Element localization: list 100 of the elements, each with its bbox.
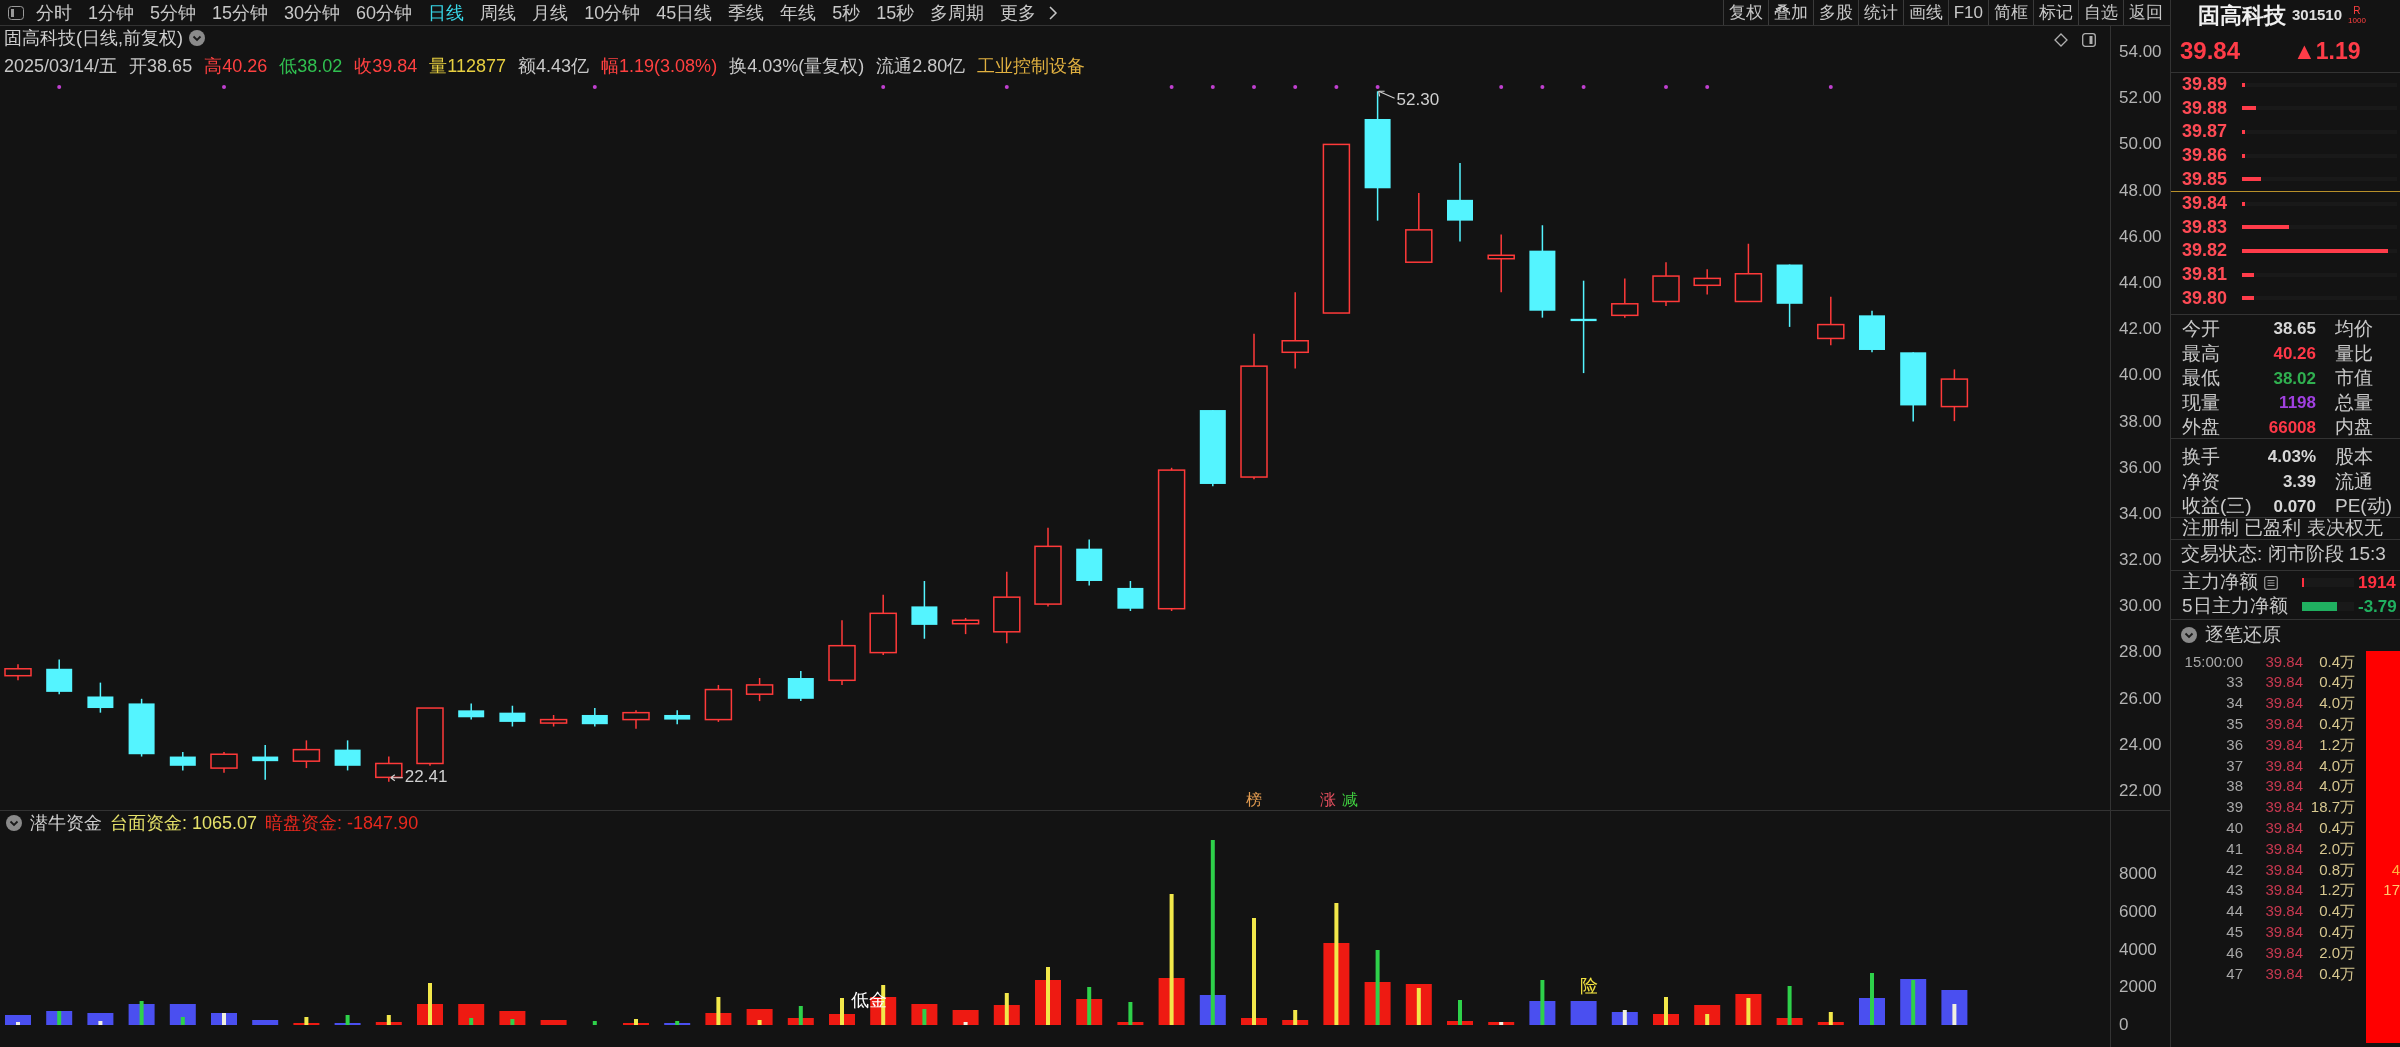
stat-value: 0.070 xyxy=(2272,495,2316,518)
dot-marker-icon xyxy=(1581,85,1586,89)
period-tab[interactable]: 15分钟 xyxy=(204,0,277,25)
period-tab[interactable]: 季线 xyxy=(720,0,773,25)
stock-name: 固高科技 xyxy=(2198,1,2286,30)
axis-label: 4000 xyxy=(2119,940,2158,959)
toolbar-button[interactable]: 统计 xyxy=(1857,0,1903,25)
candlestick xyxy=(1900,351,1927,423)
candlestick xyxy=(416,707,444,767)
tick-price: 39.84 xyxy=(2264,755,2303,776)
toolbar-button[interactable]: F10 xyxy=(1947,0,1988,25)
candlestick xyxy=(375,755,403,783)
chevron-right-icon[interactable] xyxy=(1048,4,1059,21)
period-tab[interactable]: 多周期 xyxy=(922,0,993,25)
axis-label: 34.00 xyxy=(2119,504,2163,523)
period-tab[interactable]: 45日线 xyxy=(648,0,721,25)
tick-time: 33 xyxy=(2225,672,2243,693)
axis-label: 24.00 xyxy=(2119,735,2163,754)
period-tab[interactable]: 60分钟 xyxy=(348,0,421,25)
period-tab[interactable]: 30分钟 xyxy=(276,0,349,25)
candlestick xyxy=(292,739,321,769)
tick-volume: 0.8万 xyxy=(2318,859,2355,880)
stat-label: 量比 xyxy=(2334,341,2374,366)
axis-label: 40.00 xyxy=(2119,366,2163,385)
quote-info-text: 换4.03%(量复权) xyxy=(729,54,865,78)
toolbar-button[interactable]: 标记 xyxy=(2033,0,2078,25)
tick-time: 43 xyxy=(2225,880,2243,901)
quote-info-text: 收39.84 xyxy=(354,54,418,78)
axis-label: 52.00 xyxy=(2119,89,2163,108)
tick-price: 39.84 xyxy=(2264,838,2303,859)
period-tab[interactable]: 5秒 xyxy=(824,0,869,25)
tick-time: 38 xyxy=(2225,776,2243,797)
dot-marker-icon xyxy=(1540,85,1545,89)
chevron-down-icon[interactable] xyxy=(189,30,205,46)
quote-info-text: 工业控制设备 xyxy=(977,54,1086,78)
toolbar-button[interactable]: 自选 xyxy=(2078,0,2123,25)
bid-price: 39.84 xyxy=(2182,192,2229,216)
dot-marker-icon xyxy=(592,85,597,89)
period-tab[interactable]: 10分钟 xyxy=(576,0,649,25)
trading-status: 交易状态: 闭市阶段 15:3 xyxy=(2181,542,2386,567)
candlestick xyxy=(1817,296,1845,347)
candlestick xyxy=(1693,268,1721,296)
panel-layout-icon[interactable] xyxy=(2082,33,2096,47)
candlestick xyxy=(46,658,73,695)
candlestick xyxy=(210,751,238,774)
tick-price: 39.84 xyxy=(2264,797,2303,818)
dot-marker-icon xyxy=(1169,85,1174,89)
list-icon[interactable] xyxy=(2264,575,2278,590)
stat-label: 市值 xyxy=(2334,366,2374,391)
chevron-down-icon[interactable] xyxy=(6,815,22,831)
toolbar-button[interactable]: 简框 xyxy=(1988,0,2033,25)
candlestick xyxy=(1405,192,1433,263)
ask-price: 39.89 xyxy=(2182,73,2229,97)
quote-info-text: 量112877 xyxy=(429,54,506,78)
tick-price: 39.84 xyxy=(2264,651,2303,672)
toolbar-button[interactable]: 复权 xyxy=(1722,0,1768,25)
axis-label: 38.00 xyxy=(2119,412,2163,431)
panel-toggle-icon[interactable] xyxy=(8,5,24,20)
period-tab[interactable]: 更多 xyxy=(992,0,1045,25)
period-tab[interactable]: 1分钟 xyxy=(80,0,142,25)
axis-label: 54.00 xyxy=(2119,43,2163,61)
tick-time: 35 xyxy=(2225,714,2243,735)
stat-label: 换手 xyxy=(2182,444,2221,469)
badge-text: 1000 xyxy=(2348,15,2366,25)
chevron-down-icon[interactable] xyxy=(2181,627,2197,644)
axis-label: 32.00 xyxy=(2119,551,2163,570)
period-tab[interactable]: 周线 xyxy=(472,0,525,25)
dot-marker-icon xyxy=(1705,85,1710,89)
stat-label: 股本 xyxy=(2334,444,2374,469)
axis-label: 22.00 xyxy=(2119,782,2163,800)
candlestick xyxy=(787,670,814,702)
ask-price: 39.88 xyxy=(2182,96,2229,120)
dot-marker-icon xyxy=(881,85,886,89)
toolbar-button[interactable]: 画线 xyxy=(1902,0,1948,25)
candlestick xyxy=(951,617,980,635)
period-tab[interactable]: 15秒 xyxy=(868,0,923,25)
stat-value: 40.26 xyxy=(2272,343,2316,366)
period-tab[interactable]: 年线 xyxy=(772,0,825,25)
tick-time: 34 xyxy=(2225,693,2243,714)
period-tab[interactable]: 5分钟 xyxy=(142,0,205,25)
tick-volume: 4.0万 xyxy=(2318,755,2355,776)
stock-code: 301510 xyxy=(2292,4,2343,25)
tick-price: 39.84 xyxy=(2264,859,2303,880)
stat-value: 4.03% xyxy=(2266,446,2316,469)
bid-price: 39.82 xyxy=(2182,239,2229,263)
bid-price: 39.80 xyxy=(2182,286,2229,310)
period-tab[interactable]: 日线 xyxy=(420,0,473,25)
tick-time: 47 xyxy=(2225,963,2243,984)
diamond-icon[interactable] xyxy=(2054,33,2068,47)
toolbar-button[interactable]: 叠加 xyxy=(1767,0,1813,25)
stat-value: 66008 xyxy=(2267,416,2316,439)
stat-label: 净资 xyxy=(2182,469,2221,494)
tick-price: 39.84 xyxy=(2264,693,2303,714)
candlestick xyxy=(334,739,361,772)
period-tab[interactable]: 分时 xyxy=(28,0,80,25)
dot-marker-icon xyxy=(57,85,62,89)
toolbar-button[interactable]: 多股 xyxy=(1812,0,1858,25)
tick-price: 39.84 xyxy=(2264,880,2303,901)
toolbar-button[interactable]: 返回 xyxy=(2123,0,2168,25)
period-tab[interactable]: 月线 xyxy=(524,0,577,25)
